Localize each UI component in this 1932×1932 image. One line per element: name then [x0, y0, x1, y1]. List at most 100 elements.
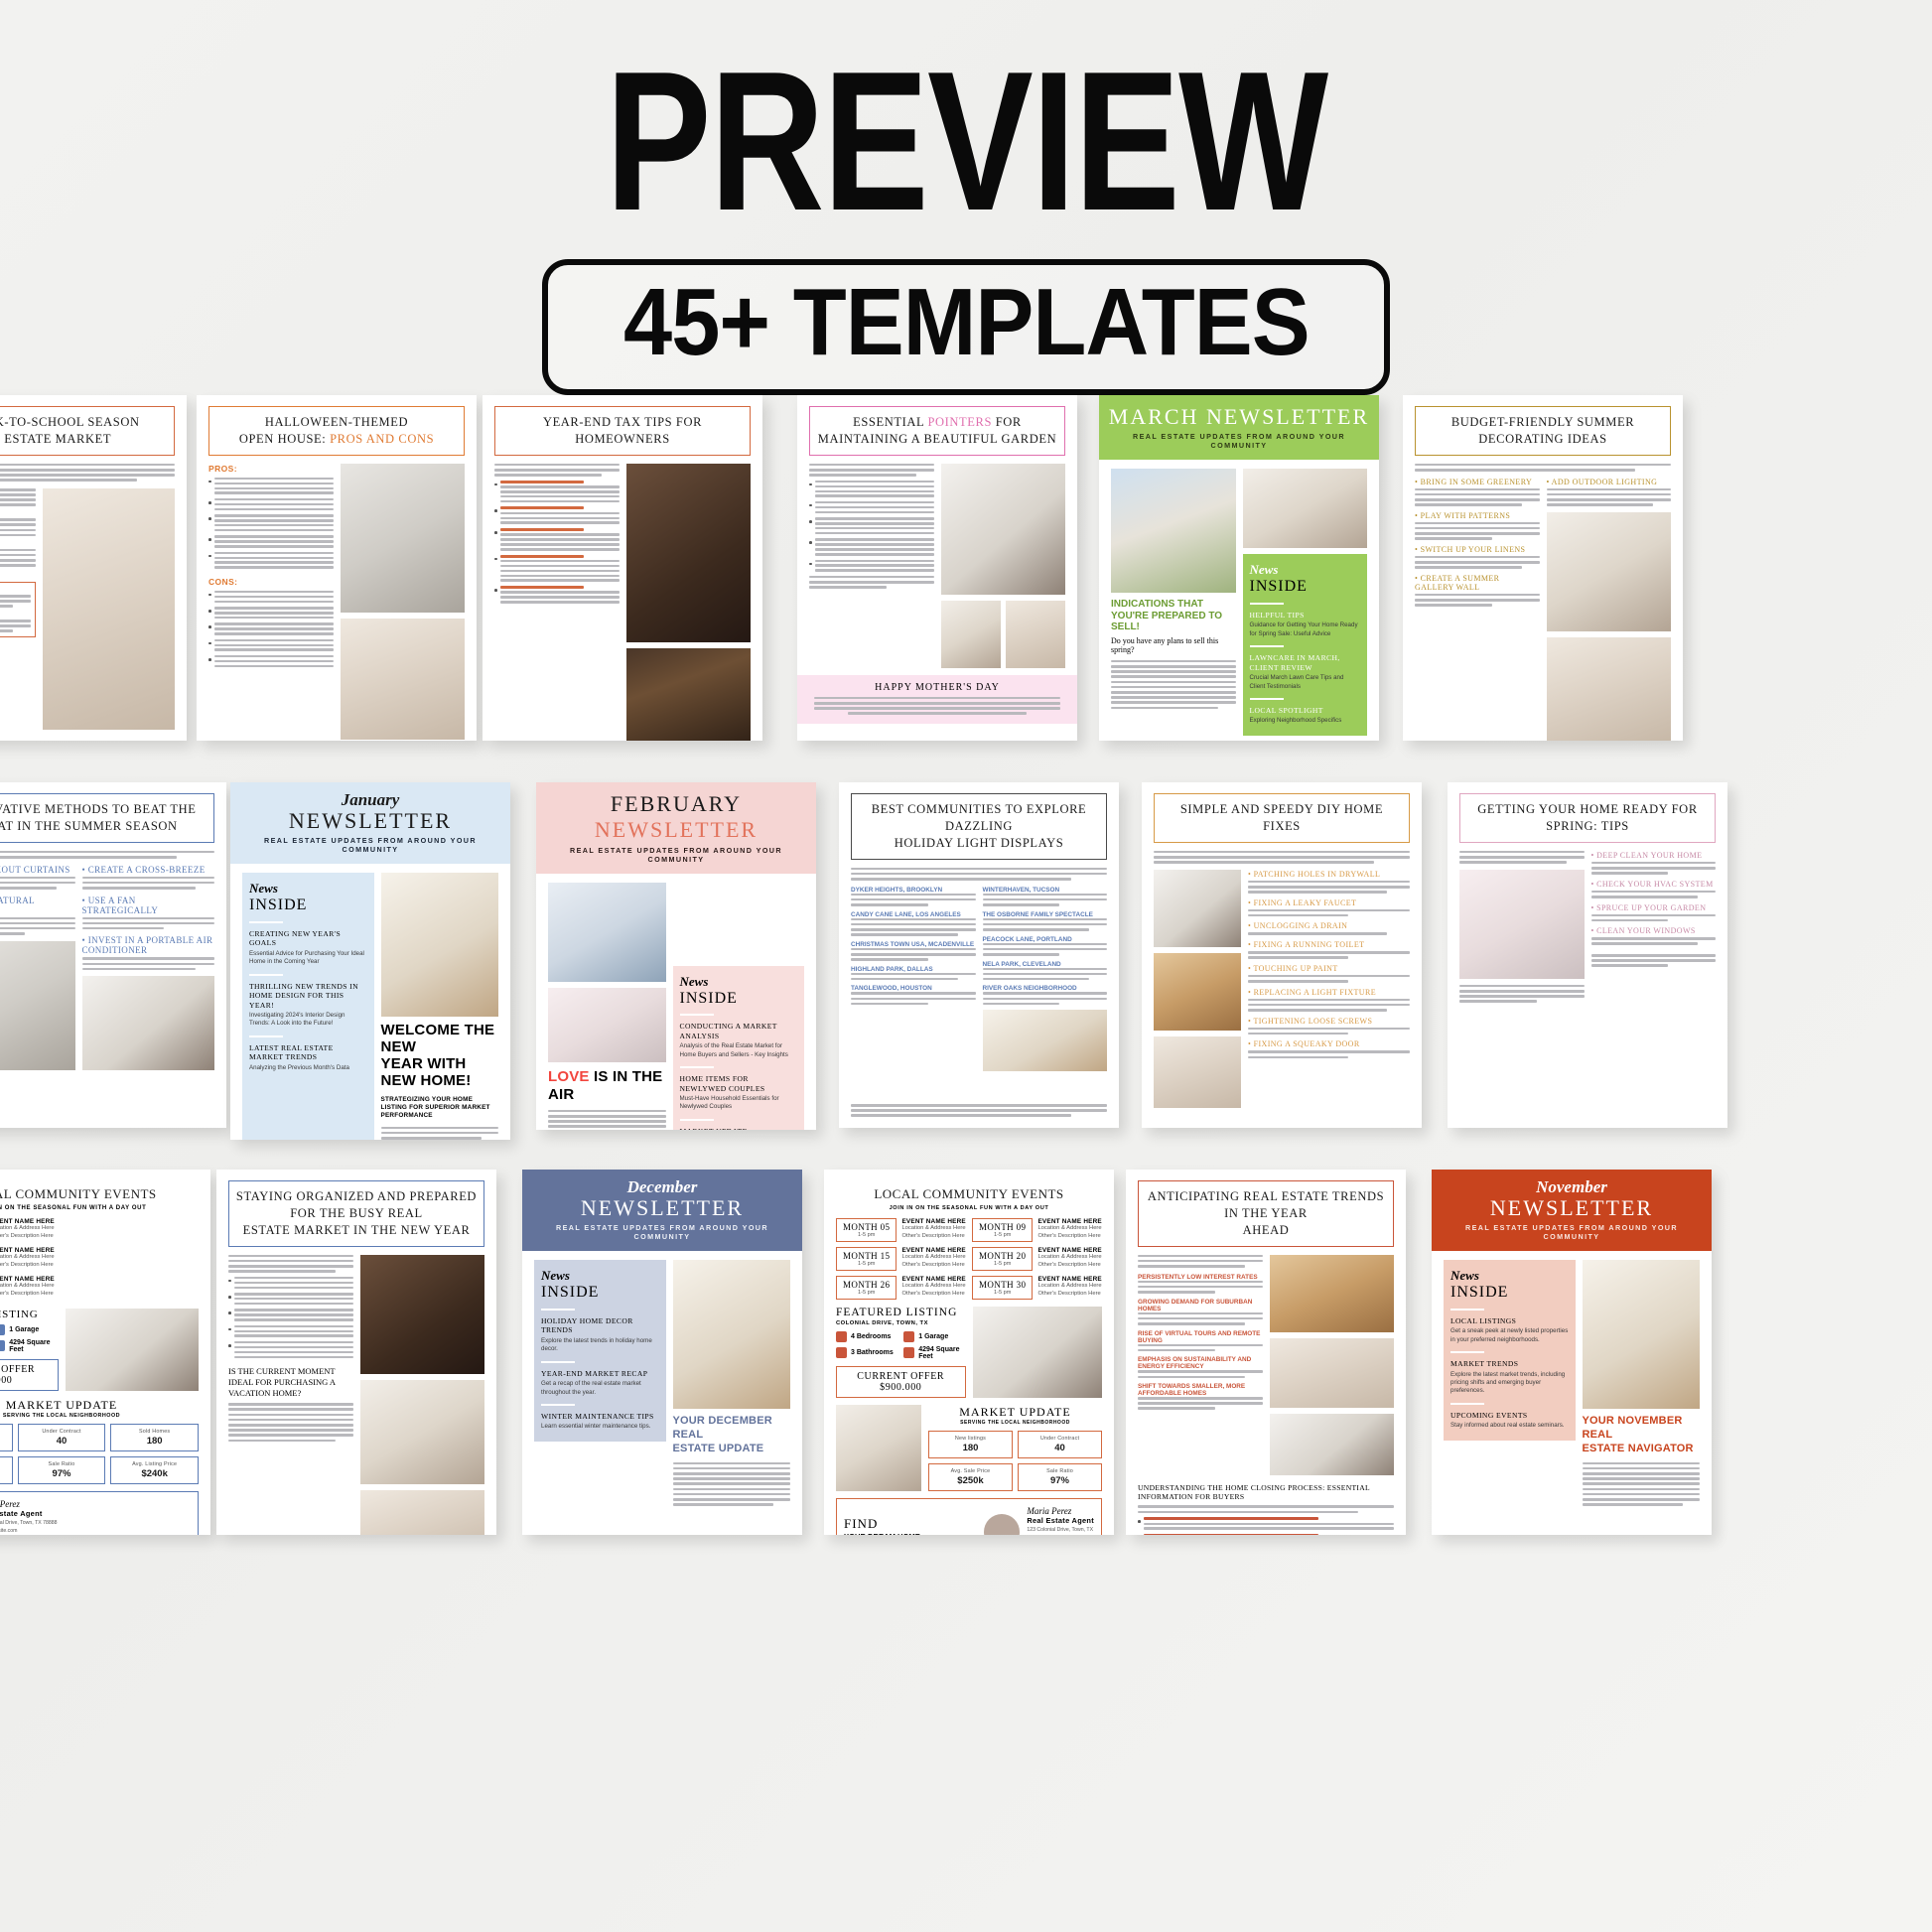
- stat-cell: Under Contract 40: [17, 1423, 106, 1451]
- card-title-box: BUDGET-FRIENDLY SUMMER DECORATING IDEAS: [1415, 406, 1671, 456]
- card-intro-text: [1138, 1254, 1263, 1268]
- card-intro-text: [1415, 463, 1671, 472]
- template-card-diy-home-fixes[interactable]: SIMPLE AND SPEEDY DIY HOME FIXES • PATCH…: [1142, 782, 1422, 1128]
- inside-item-text: Investigating 2024's Interior Design Tre…: [249, 1012, 345, 1028]
- closing-section: UNDERSTANDING THE HOME CLOSING PROCESS: …: [1138, 1483, 1394, 1535]
- template-slot: SIMPLE AND SPEEDY DIY HOME FIXES • PATCH…: [1142, 782, 1440, 1140]
- card-body-text: [380, 1126, 498, 1140]
- inside-item-text: Get a recap of the real estate market th…: [541, 1380, 641, 1396]
- list-item: [228, 1324, 353, 1337]
- event-row: MONTH 30 1-5 pm EVENT NAME HERE Location…: [0, 1276, 199, 1300]
- event-row: MONTH 20 1-5 pm EVENT NAME HERE Location…: [0, 1247, 199, 1271]
- list-item: • TOUCHING UP PAINT: [1248, 964, 1410, 983]
- card-title-line1: HALLOWEEN-THEMED: [264, 415, 409, 429]
- market-title: MARKET UPDATE: [959, 1404, 1071, 1419]
- card-photo: [0, 940, 75, 1070]
- list-item: • BRING IN SOME GREENERY: [1415, 478, 1540, 506]
- list-item: GROWING DEMAND FOR SUBURBAN HOMES: [1138, 1299, 1263, 1325]
- card-body-text: [548, 1109, 666, 1130]
- card-title-line2: REAL ESTATE MARKET: [0, 431, 112, 446]
- template-card-beat-the-heat[interactable]: INNOVATIVE METHODS TO BEAT THE HEAT IN T…: [0, 782, 226, 1128]
- list-item: • ADD OUTDOOR LIGHTING: [1546, 478, 1671, 506]
- list-item: [1138, 1533, 1394, 1535]
- list-item: • TIGHTENING LOOSE SCREWS: [1248, 1017, 1410, 1035]
- card-photo: [340, 463, 465, 613]
- template-slot: INNOVATIVE METHODS TO BEAT THE HEAT IN T…: [0, 782, 248, 1140]
- list-item: • CREATE A CROSS-BREEZE: [81, 865, 214, 890]
- template-slot: YEAR-END TAX TIPS FOR HOMEOWNERS: [483, 395, 784, 753]
- list-item: • PATCHING HOLES IN DRYWALL: [1248, 870, 1410, 894]
- feature-item: 4294 Square Feet: [903, 1346, 965, 1360]
- template-slot: FEBRUARY NEWSLETTER REAL ESTATE UPDATES …: [536, 782, 844, 1140]
- template-card-february-newsletter[interactable]: FEBRUARY NEWSLETTER REAL ESTATE UPDATES …: [536, 782, 816, 1130]
- callout-label-rental: Rental market:: [0, 587, 31, 593]
- featured-listing: FEATURED LISTING COLONIAL DRIVE, TOWN, T…: [836, 1306, 1102, 1398]
- newsletter-title: MARCH NEWSLETTER: [1108, 404, 1370, 429]
- template-card-staying-organized[interactable]: STAYING ORGANIZED AND PREPARED FOR THE B…: [216, 1170, 496, 1535]
- template-card-november-newsletter[interactable]: November NEWSLETTER REAL ESTATE UPDATES …: [1432, 1170, 1712, 1535]
- template-slot: ESSENTIAL POINTERS FOR MAINTAINING A BEA…: [784, 395, 1082, 753]
- list-item: WINTERHAVEN, TUCSON: [982, 887, 1107, 906]
- template-card-january-newsletter[interactable]: January NEWSLETTER REAL ESTATE UPDATES F…: [230, 782, 510, 1140]
- stat-cell: Avg. Sale Price$250k: [928, 1462, 1013, 1491]
- agent-card: FIND YOUR DREAM HOME WITH THE HELP OF A …: [836, 1497, 1102, 1535]
- card-intro-text: [851, 867, 1107, 881]
- card-title-line2: SPRING: TIPS: [1546, 818, 1629, 833]
- inside-item-text: Stay informed about real estate seminars…: [1450, 1422, 1565, 1430]
- hero-section: PREVIEW 45+ TEMPLATES: [0, 43, 1932, 395]
- template-slot: GETTING YOUR HOME READY FOR SPRING: TIPS…: [1440, 782, 1932, 1140]
- feature-item: 4294 Square Feet: [0, 1339, 59, 1353]
- news-inside-label: INSIDE: [541, 1284, 600, 1302]
- event-info: EVENT NAME HERE Location & Address Here …: [0, 1247, 55, 1270]
- card-title-box: INNOVATIVE METHODS TO BEAT THE HEAT IN T…: [0, 793, 214, 843]
- stat-cell: Avg. Sale Price$250k: [0, 1455, 13, 1484]
- news-inside-box: News INSIDE CREATING NEW YEAR'S GOALS Es…: [242, 873, 374, 1140]
- list-item: [228, 1293, 353, 1306]
- garden-tips-list: [809, 480, 934, 572]
- event-date-box: MONTH 05 1-5 pm: [836, 1217, 897, 1242]
- feature-item: 3 Bathrooms: [836, 1346, 897, 1360]
- list-item: TANGLEWOOD, HOUSTON: [851, 985, 976, 1006]
- section-text: [228, 1403, 353, 1443]
- template-card-back-to-school[interactable]: THE BACK-TO-SCHOOL SEASON REAL ESTATE MA…: [0, 395, 187, 741]
- template-card-year-end-tax-tips[interactable]: YEAR-END TAX TIPS FOR HOMEOWNERS: [483, 395, 762, 741]
- events-list: MONTH 09 1-5 pm EVENT NAME HERE Location…: [0, 1218, 199, 1305]
- heat-tips-list-left: • USE BLACKOUT CURTAINS • OPT FOR NATURA…: [0, 865, 75, 1117]
- template-card-halloween-open-house[interactable]: HALLOWEEN-THEMED OPEN HOUSE: PROS AND CO…: [197, 395, 477, 741]
- list-item: • DEEP CLEAN YOUR HOME: [1590, 851, 1716, 875]
- template-card-holiday-light-displays[interactable]: BEST COMMUNITIES TO EXPLORE DAZZLING HOL…: [839, 782, 1119, 1128]
- news-inside-label: INSIDE: [1249, 578, 1308, 596]
- card-title-a: ESSENTIAL: [853, 415, 928, 429]
- list-item: PERSISTENTLY LOW INTEREST RATES: [1138, 1274, 1263, 1294]
- template-card-march-newsletter[interactable]: MARCH NEWSLETTER REAL ESTATE UPDATES FRO…: [1099, 395, 1379, 741]
- event-desc: Other's Description Here: [0, 1232, 54, 1239]
- template-card-local-community-events-left[interactable]: LOCAL COMMUNITY EVENTS JOIN IN ON THE SE…: [0, 1170, 210, 1535]
- card-photo: [380, 873, 498, 1018]
- list-item: • REPLACING A LIGHT FIXTURE: [1248, 988, 1410, 1012]
- list-item: [494, 480, 620, 503]
- list-item: [494, 506, 620, 524]
- template-card-anticipating-trends[interactable]: ANTICIPATING REAL ESTATE TRENDS IN THE Y…: [1126, 1170, 1406, 1535]
- market-subtitle: SERVING THE LOCAL NEIGHBORHOOD: [960, 1419, 1070, 1426]
- inside-item-text: Analysis of the Real Estate Market for H…: [679, 1042, 788, 1058]
- event-desc: Other's Description Here: [0, 1290, 54, 1297]
- list-item: [809, 500, 934, 514]
- template-slot: HALLOWEEN-THEMED OPEN HOUSE: PROS AND CO…: [189, 395, 486, 753]
- card-intro-text: [809, 463, 934, 477]
- headline-block: YOUR DECEMBER REAL ESTATE UPDATE: [673, 1415, 791, 1455]
- template-card-getting-home-spring[interactable]: GETTING YOUR HOME READY FOR SPRING: TIPS…: [1448, 782, 1727, 1128]
- inside-item-head: HELPFUL TIPS: [1249, 610, 1305, 620]
- template-card-budget-summer-decorating[interactable]: BUDGET-FRIENDLY SUMMER DECORATING IDEAS …: [1403, 395, 1683, 741]
- card-photo: [1582, 1260, 1700, 1410]
- newsletter-subtitle: REAL ESTATE UPDATES FROM AROUND YOUR COM…: [1465, 1223, 1678, 1242]
- template-card-garden-pointers[interactable]: ESSENTIAL POINTERS FOR MAINTAINING A BEA…: [797, 395, 1077, 741]
- template-row-1: THE BACK-TO-SCHOOL SEASON REAL ESTATE MA…: [0, 395, 1932, 753]
- card-photo: [982, 1010, 1107, 1072]
- market-stats: New listings 180 Under Contract 40 Avg. Sa…: [928, 1430, 1102, 1491]
- template-card-local-community-events-right[interactable]: LOCAL COMMUNITY EVENTS JOIN IN ON THE SE…: [824, 1170, 1114, 1535]
- list-item: • SPRUCE UP YOUR GARDEN: [1590, 903, 1716, 922]
- events-list: MONTH 05 1-5 pm EVENT NAME HERE Location &…: [836, 1217, 1102, 1305]
- template-card-december-newsletter[interactable]: December NEWSLETTER REAL ESTATE UPDATES …: [522, 1170, 802, 1535]
- list-item: [809, 559, 934, 572]
- inside-item-head: HOLIDAY HOME DECOR TRENDS: [541, 1315, 633, 1335]
